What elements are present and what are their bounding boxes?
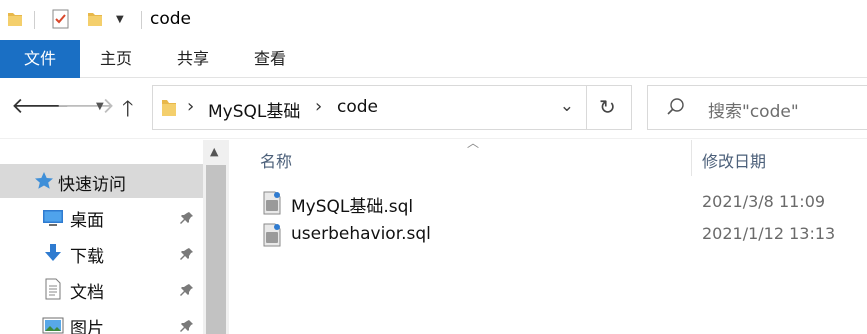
scroll-up-arrow-icon[interactable]: ▲ (210, 145, 218, 158)
address-bar[interactable]: › MySQL基础 › code ⌄ (152, 85, 587, 130)
pin-icon[interactable] (180, 318, 194, 334)
desktop-icon (42, 206, 64, 228)
breadcrumb-chevron-icon[interactable]: › (187, 96, 194, 117)
sidebar-item-downloads[interactable]: 下载 (0, 236, 203, 270)
table-row[interactable]: userbehavior.sql 2021/1/12 13:13 (229, 220, 867, 252)
nav-pane-scrollbar[interactable]: ▲ (203, 140, 229, 334)
title-bar: ▼ code (0, 0, 867, 40)
chevron-down-icon[interactable]: ⌄ (560, 96, 574, 116)
search-input[interactable]: 搜索"code" (647, 85, 867, 130)
sidebar-item-quick-access[interactable]: 快速访问 (0, 164, 203, 198)
breadcrumb-chevron-icon[interactable]: › (315, 96, 322, 117)
sidebar-item-pictures[interactable]: 图片 (0, 308, 203, 334)
window-title: code (150, 9, 191, 29)
sidebar-item-label: 图片 (70, 319, 104, 334)
file-list: ︿ 名称 修改日期 MySQL基础.sql 2021/3/8 11:09 use… (229, 136, 867, 334)
tab-home[interactable]: 主页 (88, 40, 144, 78)
toolbar-separator (141, 11, 142, 29)
star-icon (33, 170, 55, 192)
address-row: 🡐 🡒 ▼ 🡑 › MySQL基础 › code ⌄ ↻ 搜索"code" (0, 79, 867, 139)
recent-locations-chevron-icon[interactable]: ▼ (96, 101, 104, 112)
pin-icon[interactable] (180, 210, 194, 229)
scrollbar-thumb[interactable] (206, 165, 226, 334)
forward-arrow-icon[interactable]: 🡒 (56, 93, 115, 119)
sidebar-item-label: 快速访问 (58, 175, 126, 195)
ribbon-tabs: 文件 主页 共享 查看 (0, 40, 867, 78)
sidebar-item-label: 文档 (70, 283, 104, 303)
document-icon (42, 278, 64, 300)
tab-share[interactable]: 共享 (163, 40, 223, 78)
new-folder-icon[interactable] (86, 10, 104, 32)
picture-icon (42, 314, 64, 334)
sort-ascending-icon: ︿ (467, 136, 480, 150)
column-separator[interactable] (691, 140, 692, 176)
sidebar-item-label: 下载 (70, 247, 104, 267)
tab-view[interactable]: 查看 (240, 40, 300, 78)
file-date: 2021/3/8 11:09 (702, 192, 826, 211)
pin-icon[interactable] (180, 282, 194, 301)
refresh-button[interactable]: ↻ (587, 85, 632, 130)
pin-icon[interactable] (180, 246, 194, 265)
file-name: MySQL基础.sql (291, 197, 414, 217)
search-placeholder: 搜索"code" (708, 102, 799, 122)
search-icon (666, 97, 686, 121)
up-arrow-icon[interactable]: 🡑 (122, 92, 133, 130)
file-name: userbehavior.sql (291, 224, 431, 244)
sql-file-icon (262, 223, 282, 251)
column-header-name[interactable]: 名称 (260, 148, 292, 172)
sql-file-icon (262, 191, 282, 219)
column-header-date[interactable]: 修改日期 (702, 148, 766, 172)
table-row[interactable]: MySQL基础.sql 2021/3/8 11:09 (229, 188, 867, 220)
properties-icon[interactable] (51, 8, 71, 34)
breadcrumb-item[interactable]: code (337, 97, 378, 117)
breadcrumb-item[interactable]: MySQL基础 (208, 97, 300, 122)
folder-icon[interactable] (6, 10, 24, 32)
tab-file[interactable]: 文件 (0, 40, 80, 78)
refresh-icon: ↻ (599, 95, 616, 119)
sidebar-item-desktop[interactable]: 桌面 (0, 200, 203, 234)
download-icon (42, 242, 64, 264)
customize-dropdown-icon[interactable]: ▼ (116, 14, 124, 25)
navigation-pane: 快速访问 桌面 下载 文档 图片 (0, 140, 203, 334)
sidebar-item-documents[interactable]: 文档 (0, 272, 203, 306)
toolbar-separator (34, 11, 35, 29)
sidebar-item-label: 桌面 (70, 211, 104, 231)
folder-icon (161, 98, 177, 122)
file-date: 2021/1/12 13:13 (702, 224, 836, 243)
